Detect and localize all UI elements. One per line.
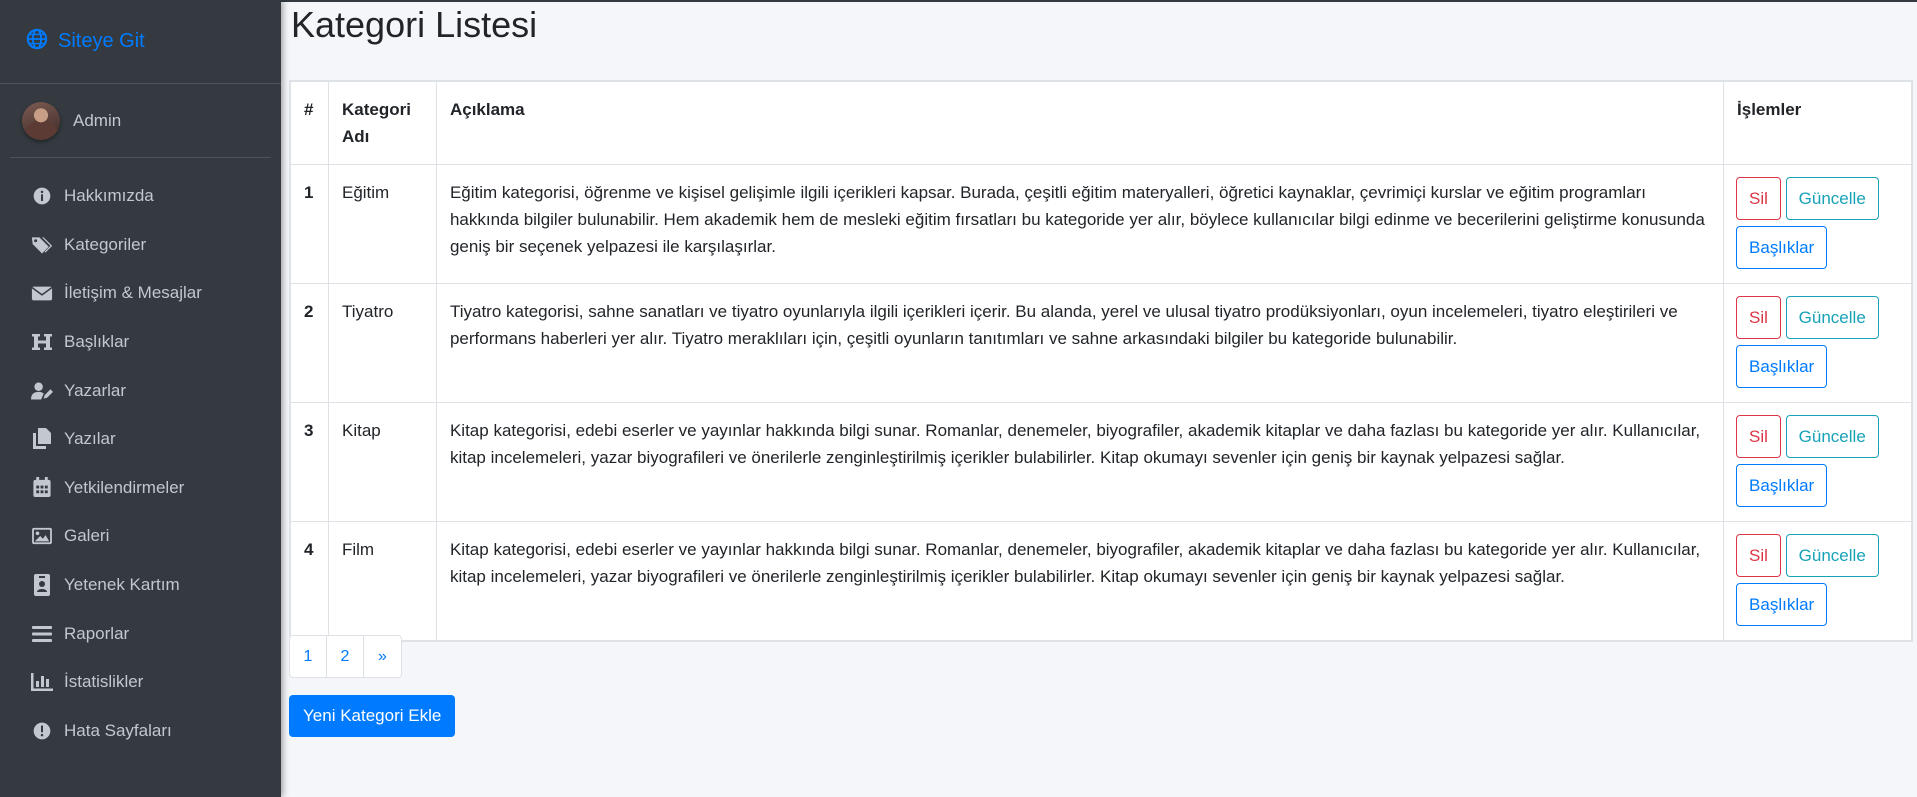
sidebar-item-label: Galeri bbox=[64, 526, 110, 546]
sidebar-item-label: Yetenek Kartım bbox=[64, 575, 180, 595]
column-header-description: Açıklama bbox=[435, 81, 1725, 165]
sidebar-item-label: Yazılar bbox=[64, 429, 116, 449]
sidebar-item-yazilar[interactable]: Yazılar bbox=[0, 415, 281, 464]
column-header-name: Kategori Adı bbox=[327, 81, 437, 165]
page-link-1[interactable]: 1 bbox=[290, 636, 327, 677]
pagination: 1 2 » bbox=[289, 635, 402, 678]
page-title: Kategori Listesi bbox=[291, 4, 538, 45]
add-category-button[interactable]: Yeni Kategori Ekle bbox=[289, 695, 456, 737]
update-button[interactable]: Güncelle bbox=[1785, 177, 1879, 220]
column-header-actions: İşlemler bbox=[1723, 81, 1912, 165]
row-description: Kitap kategorisi, edebi eserler ve yayın… bbox=[435, 402, 1725, 522]
update-button[interactable]: Güncelle bbox=[1785, 415, 1879, 458]
sidebar-item-kategoriler[interactable]: Kategoriler bbox=[0, 221, 281, 270]
user-edit-icon bbox=[31, 380, 53, 402]
delete-button[interactable]: Sil bbox=[1736, 534, 1781, 577]
exclamation-circle-icon bbox=[31, 720, 53, 742]
delete-button[interactable]: Sil bbox=[1736, 415, 1781, 458]
sidebar-item-label: Kategoriler bbox=[64, 234, 147, 254]
update-button[interactable]: Güncelle bbox=[1785, 534, 1879, 577]
sidebar-item-label: İstatislikler bbox=[64, 672, 144, 692]
category-table-card: # Kategori Adı Açıklama İşlemler 1 Eğiti… bbox=[289, 80, 1913, 642]
info-circle-icon bbox=[31, 185, 53, 207]
row-num: 2 bbox=[290, 283, 329, 403]
row-name: Kitap bbox=[327, 402, 437, 522]
envelope-icon bbox=[31, 282, 53, 304]
page-link-next[interactable]: » bbox=[364, 636, 401, 677]
sidebar-nav: Hakkımızda Kategoriler İletişim & Mesajl… bbox=[0, 158, 281, 755]
sidebar-item-yetkilendirmeler[interactable]: Yetkilendirmeler bbox=[0, 464, 281, 513]
table-row: 1 Eğitim Eğitim kategorisi, öğrenme ve k… bbox=[290, 164, 1912, 284]
sidebar-item-label: Başlıklar bbox=[64, 332, 130, 352]
row-name: Tiyatro bbox=[327, 283, 437, 403]
brand-label: Siteye Git bbox=[58, 30, 145, 52]
sidebar-item-hakkimizda[interactable]: Hakkımızda bbox=[0, 172, 281, 221]
brand-link[interactable]: Siteye Git bbox=[0, 0, 281, 84]
sidebar-item-basliklar[interactable]: Başlıklar bbox=[0, 318, 281, 367]
sidebar-item-label: Yazarlar bbox=[64, 380, 127, 400]
globe-icon bbox=[26, 28, 58, 56]
delete-button[interactable]: Sil bbox=[1736, 296, 1781, 339]
table-row: 2 Tiyatro Tiyatro kategorisi, sahne sana… bbox=[290, 283, 1912, 403]
id-badge-icon bbox=[31, 574, 53, 597]
copy-icon bbox=[31, 428, 53, 450]
delete-button[interactable]: Sil bbox=[1736, 177, 1781, 220]
chart-bar-icon bbox=[31, 671, 53, 693]
headings-button[interactable]: Başlıklar bbox=[1736, 464, 1828, 507]
row-num: 1 bbox=[290, 164, 329, 284]
headings-button[interactable]: Başlıklar bbox=[1736, 583, 1828, 626]
bars-icon bbox=[31, 623, 53, 645]
row-actions: Sil Güncelle Başlıklar bbox=[1723, 164, 1912, 284]
row-actions: Sil Güncelle Başlıklar bbox=[1723, 521, 1912, 641]
sidebar-item-raporlar[interactable]: Raporlar bbox=[0, 609, 281, 658]
row-name: Film bbox=[327, 521, 437, 641]
update-button[interactable]: Güncelle bbox=[1785, 296, 1879, 339]
image-icon bbox=[31, 525, 53, 547]
row-actions: Sil Güncelle Başlıklar bbox=[1723, 283, 1912, 403]
column-header-num: # bbox=[290, 81, 329, 165]
headings-button[interactable]: Başlıklar bbox=[1736, 345, 1828, 388]
heading-icon bbox=[31, 331, 53, 353]
sidebar-item-label: Hata Sayfaları bbox=[64, 720, 172, 740]
table-header-row: # Kategori Adı Açıklama İşlemler bbox=[290, 81, 1912, 165]
row-actions: Sil Güncelle Başlıklar bbox=[1723, 402, 1912, 522]
tags-icon bbox=[31, 234, 53, 256]
sidebar: Siteye Git Admin Hakkımızda Kategoriler … bbox=[0, 0, 281, 797]
category-table: # Kategori Adı Açıklama İşlemler 1 Eğiti… bbox=[290, 81, 1912, 641]
sidebar-item-label: İletişim & Mesajlar bbox=[64, 283, 202, 303]
sidebar-item-label: Hakkımızda bbox=[64, 186, 154, 206]
sidebar-item-label: Raporlar bbox=[64, 623, 130, 643]
sidebar-item-label: Yetkilendirmeler bbox=[64, 477, 185, 497]
sidebar-item-iletisim[interactable]: İletişim & Mesajlar bbox=[0, 269, 281, 318]
row-name: Eğitim bbox=[327, 164, 437, 284]
row-num: 4 bbox=[290, 521, 329, 641]
row-description: Tiyatro kategorisi, sahne sanatları ve t… bbox=[435, 283, 1725, 403]
calendar-icon bbox=[31, 477, 53, 499]
row-description: Eğitim kategorisi, öğrenme ve kişisel ge… bbox=[435, 164, 1725, 284]
main-content: Kategori Listesi # Kategori Adı Açıklama… bbox=[281, 0, 1917, 797]
headings-button[interactable]: Başlıklar bbox=[1736, 226, 1828, 269]
sidebar-item-hata-sayfalari[interactable]: Hata Sayfaları bbox=[0, 707, 281, 756]
sidebar-item-yetenek-kartim[interactable]: Yetenek Kartım bbox=[0, 561, 281, 610]
sidebar-item-galeri[interactable]: Galeri bbox=[0, 512, 281, 561]
table-row: 3 Kitap Kitap kategorisi, edebi eserler … bbox=[290, 402, 1912, 522]
sidebar-item-istatislikler[interactable]: İstatislikler bbox=[0, 658, 281, 707]
user-panel[interactable]: Admin bbox=[10, 84, 271, 158]
page-link-2[interactable]: 2 bbox=[327, 636, 364, 677]
row-num: 3 bbox=[290, 402, 329, 522]
avatar bbox=[22, 101, 60, 140]
user-name: Admin bbox=[73, 110, 122, 130]
table-row: 4 Film Kitap kategorisi, edebi eserler v… bbox=[290, 521, 1912, 641]
sidebar-item-yazarlar[interactable]: Yazarlar bbox=[0, 366, 281, 415]
row-description: Kitap kategorisi, edebi eserler ve yayın… bbox=[435, 521, 1725, 641]
